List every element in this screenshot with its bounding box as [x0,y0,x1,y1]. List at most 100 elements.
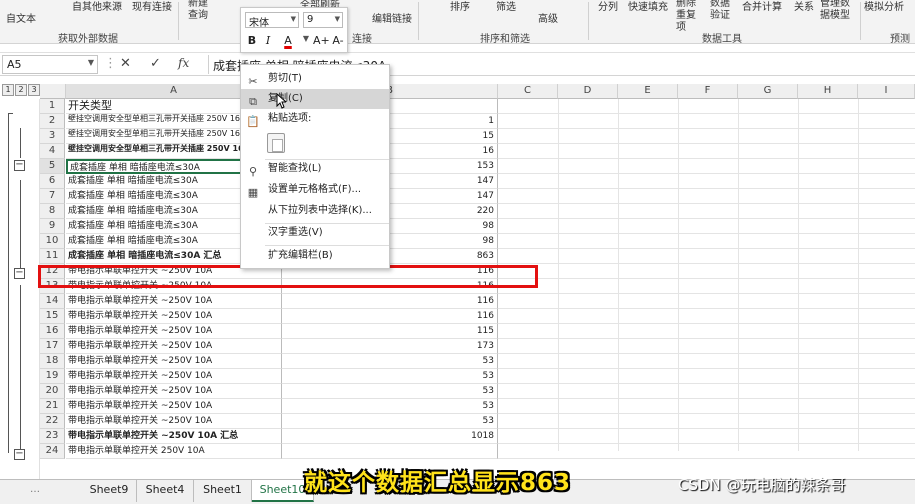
cell-a[interactable]: 带电指示单联单控开关 ~250V 10A [66,399,282,414]
font-name-dropdown[interactable]: 宋体 ▼ [245,12,299,29]
cell-b[interactable]: 53 [282,354,498,369]
row-header[interactable]: 6 [40,174,65,189]
existing-connections-button[interactable]: 现有连接 [132,0,172,13]
cell-b[interactable]: 53 [282,399,498,414]
bold-button[interactable]: B [245,34,259,47]
row-header[interactable]: 18 [40,354,65,369]
row-header[interactable]: 16 [40,324,65,339]
cell-a[interactable]: 带电指示单联单控开关 ~250V 10A [66,414,282,429]
cell-b[interactable]: 53 [282,414,498,429]
cell-a[interactable]: 带电指示单联单控开关 ~250V 10A [66,339,282,354]
cell-a[interactable]: 带电指示单联单控开关 ~250V 10A [66,384,282,399]
row-header[interactable]: 1 [40,99,65,114]
outline-level-2-button[interactable]: 2 [15,84,27,96]
what-if-analysis-button[interactable]: 模拟分析 [864,0,904,13]
row-header[interactable]: 2 [40,114,65,129]
row-header[interactable]: 22 [40,414,65,429]
cell-b[interactable]: 116 [282,309,498,324]
row-header[interactable]: 21 [40,399,65,414]
text-to-columns-button[interactable]: 分列 [598,0,618,13]
column-header-f[interactable]: F [678,84,738,99]
outline-level-3-button[interactable]: 3 [28,84,40,96]
cell-a[interactable]: 带电指示单联单控开关 ~250V 10A [66,309,282,324]
menu-item-extend-formula-bar[interactable]: 扩充编辑栏(B) [241,246,389,266]
tab-scroll-icon[interactable]: … [30,484,40,495]
chevron-down-icon[interactable]: ▼ [299,34,313,43]
cell-b[interactable]: 53 [282,369,498,384]
menu-item-hanzi-reselect[interactable]: 汉字重选(V) [241,223,389,243]
shrink-font-button[interactable]: A- [331,34,345,47]
filter-button[interactable]: 筛选 [496,0,516,13]
font-color-button[interactable]: A [281,34,295,47]
tab-sheet9[interactable]: Sheet9 [82,480,137,502]
menu-item-smart-lookup[interactable]: ⚲ 智能查找(L) [241,159,389,179]
row-header[interactable]: 15 [40,309,65,324]
from-other-sources-button[interactable]: 自其他来源 [72,0,122,13]
cell-a[interactable]: 带电指示单联单控开关 ~250V 10A [66,354,282,369]
advanced-button[interactable]: 高级 [538,10,558,25]
column-header-i[interactable]: I [858,84,915,99]
collapse-group-button[interactable]: − [14,449,25,460]
from-text-button[interactable]: 自文本 [6,10,36,25]
row-header[interactable]: 14 [40,294,65,309]
cell-a[interactable]: 带电指示单联单控开关 ~250V 10A [66,294,282,309]
cancel-icon[interactable]: ✕ [120,56,131,71]
new-query-button[interactable]: 新建查询 [188,0,210,22]
column-header-e[interactable]: E [618,84,678,99]
tab-sheet4[interactable]: Sheet4 [137,480,194,502]
menu-item-cut[interactable]: ✂ 剪切(T) [241,69,389,89]
manage-data-model-button[interactable]: 管理数据模型 [820,0,856,22]
collapse-group-button[interactable]: − [14,160,25,171]
row-header[interactable]: 8 [40,204,65,219]
column-header-g[interactable]: G [738,84,798,99]
enter-icon[interactable]: ✓ [150,56,161,71]
relationships-button[interactable]: 关系 [794,0,814,13]
consolidate-button[interactable]: 合并计算 [742,0,782,13]
column-header-d[interactable]: D [558,84,618,99]
cell-a[interactable]: 带电指示单联单控开关 ~250V 10A [66,369,282,384]
cell-a[interactable]: 带电指示单联单控开关 ~250V 10A [66,324,282,339]
row-header[interactable]: 11 [40,249,65,264]
collapse-group-button[interactable]: − [14,268,25,279]
sort-button[interactable]: 排序 [450,0,470,13]
font-size-dropdown[interactable]: 9 ▼ [303,12,343,28]
name-box[interactable]: A5 ▼ [2,55,98,74]
row-header[interactable]: 23 [40,429,65,444]
cell-b[interactable]: 115 [282,324,498,339]
row-header[interactable]: 9 [40,219,65,234]
select-all-corner[interactable] [40,84,66,99]
cell-b[interactable]: 1018 [282,429,498,444]
row-header[interactable]: 7 [40,189,65,204]
cell-b[interactable]: 116 [282,294,498,309]
insert-function-icon[interactable]: fx [178,56,189,70]
paste-icon[interactable] [267,133,285,153]
column-header-c[interactable]: C [498,84,558,99]
grow-font-button[interactable]: A+ [313,34,330,47]
menu-item-pick-from-list[interactable]: 从下拉列表中选择(K)... [241,201,389,221]
outline-level-1-button[interactable]: 1 [2,84,14,96]
italic-button[interactable]: I [261,34,275,47]
row-header[interactable]: 4 [40,144,65,159]
flash-fill-button[interactable]: 快速填充 [628,0,668,13]
chevron-down-icon[interactable]: ▼ [88,58,94,67]
group-data-tools: 数据工具 [702,34,742,45]
cell-a[interactable]: 带电指示单联单控开关 ~250V 10A 汇总 [66,429,282,444]
menu-item-format-cells[interactable]: ▦ 设置单元格格式(F)... [241,180,389,200]
column-header-h[interactable]: H [798,84,858,99]
row-header[interactable]: 19 [40,369,65,384]
cell-b[interactable] [282,444,498,459]
tab-sheet1[interactable]: Sheet1 [194,480,252,502]
menu-item-copy[interactable]: ⧉ 复制(C) [241,89,389,109]
cell-b[interactable]: 173 [282,339,498,354]
row-header[interactable]: 10 [40,234,65,249]
row-header[interactable]: 24 [40,444,65,459]
edit-links-button[interactable]: 编辑链接 [372,10,412,25]
cell-a[interactable]: 带电指示单联单控开关 250V 10A [66,444,282,459]
cell-b[interactable]: 53 [282,384,498,399]
remove-duplicates-button[interactable]: 删除重复项 [676,0,702,34]
row-header[interactable]: 5 [40,159,65,174]
row-header[interactable]: 3 [40,129,65,144]
row-header[interactable]: 20 [40,384,65,399]
data-validation-button[interactable]: 数据验证 [710,0,736,22]
row-header[interactable]: 17 [40,339,65,354]
